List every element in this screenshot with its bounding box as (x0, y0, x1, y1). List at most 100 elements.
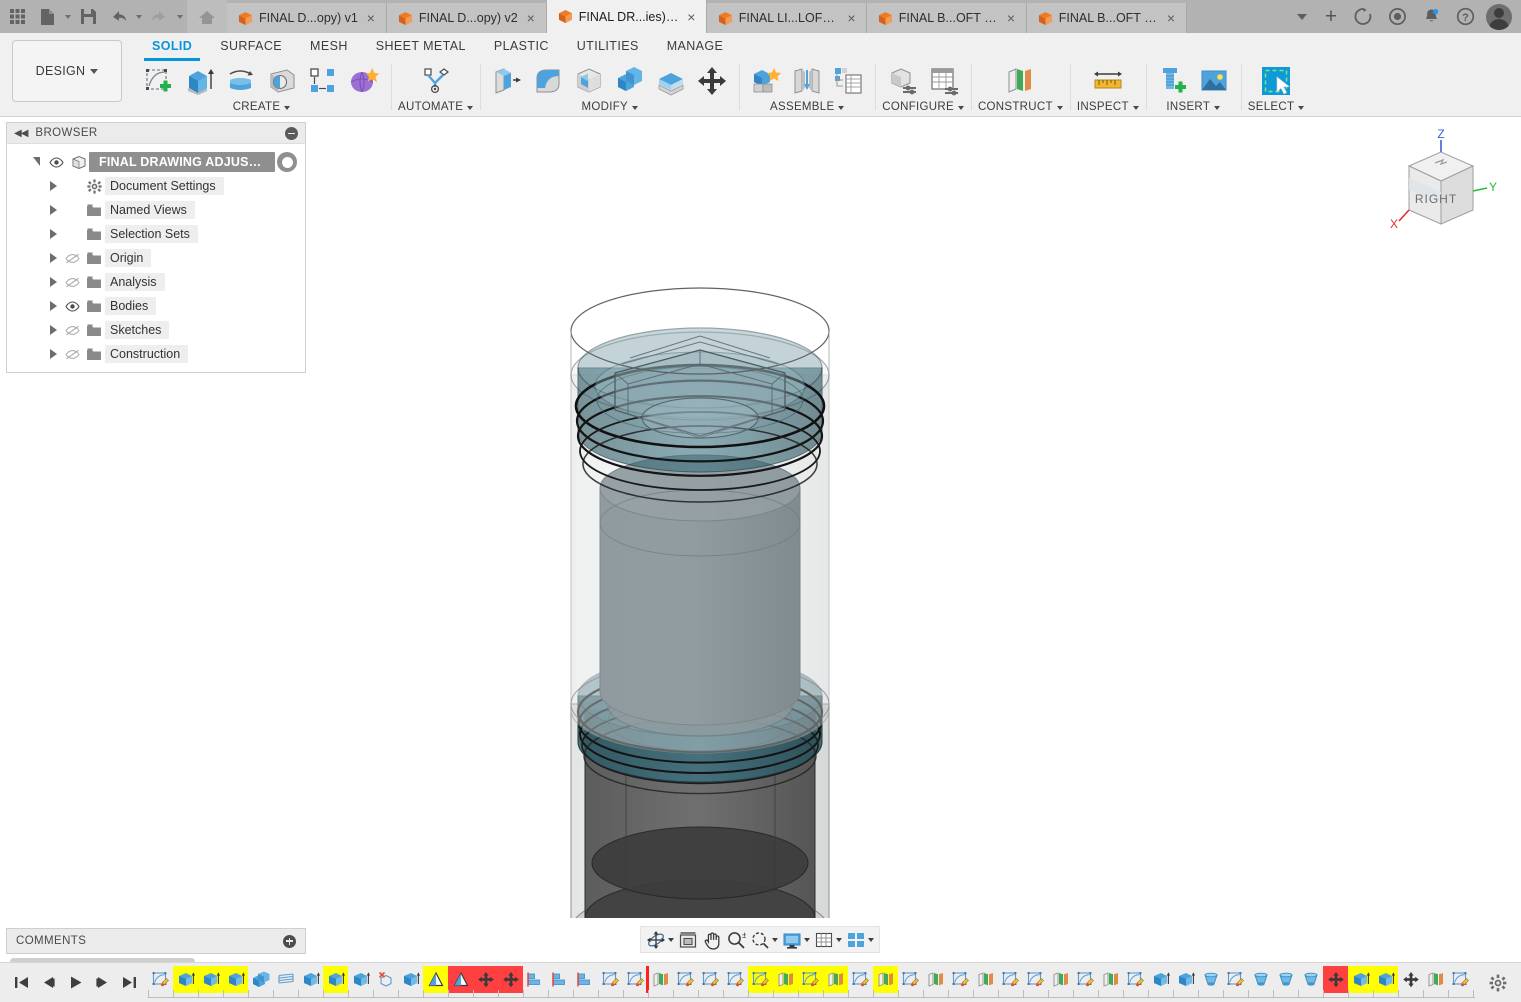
browser-item-bodies[interactable]: Bodies (7, 294, 305, 318)
panel-label-construct[interactable]: CONSTRUCT (978, 100, 1063, 115)
jump-start-icon[interactable] (8, 968, 34, 998)
workspace-switcher[interactable]: DESIGN (12, 40, 122, 102)
expand-triangle-icon[interactable] (45, 294, 61, 318)
insert-mcmaster-icon[interactable] (1153, 62, 1193, 100)
fillet-icon[interactable] (528, 62, 568, 100)
timeline-feature-strip[interactable] (148, 963, 1475, 1002)
ribbon-tab-utilities[interactable]: UTILITIES (563, 33, 653, 60)
new-component-icon[interactable] (746, 62, 786, 100)
panel-label-assemble[interactable]: ASSEMBLE (770, 100, 845, 115)
grid-snaps-icon[interactable] (812, 926, 844, 953)
insert-canvas-icon[interactable] (1194, 62, 1234, 100)
view-cube[interactable]: RIGHT Z Y X (1379, 128, 1499, 248)
expand-triangle-icon[interactable] (45, 270, 61, 294)
document-tab-5[interactable]: FINAL B...OFT v2* × (1026, 3, 1187, 33)
browser-item-document-settings[interactable]: Document Settings (7, 174, 305, 198)
add-comment-icon[interactable] (283, 934, 296, 948)
collapse-left-icon[interactable]: ◀◀ (14, 128, 28, 139)
select-window-icon[interactable] (1256, 62, 1296, 100)
component-list-icon[interactable] (828, 62, 868, 100)
activate-radio-icon[interactable] (277, 152, 297, 172)
browser-item-label[interactable]: Construction (105, 345, 189, 363)
ribbon-tab-mesh[interactable]: MESH (296, 33, 362, 60)
browser-item-label[interactable]: Named Views (105, 201, 195, 219)
expand-triangle-icon[interactable] (45, 198, 61, 222)
sweep-icon[interactable] (262, 62, 302, 100)
browser-item-label[interactable]: Bodies (105, 297, 157, 315)
minimize-icon[interactable] (285, 126, 298, 140)
eye-hidden-icon[interactable] (61, 342, 83, 366)
close-icon[interactable]: × (1004, 11, 1017, 25)
undo-caret-icon[interactable] (133, 3, 144, 31)
eye-visible-icon[interactable] (45, 150, 67, 174)
browser-item-label[interactable]: Selection Sets (105, 225, 198, 243)
configuration-table-icon[interactable] (924, 62, 964, 100)
panel-label-modify[interactable]: MODIFY (581, 100, 638, 115)
document-tab-4[interactable]: FINAL B...OFT v2* × (866, 3, 1027, 33)
document-tab-0[interactable]: FINAL D...opy) v1 × (227, 3, 387, 33)
browser-item-construction[interactable]: Construction (7, 342, 305, 366)
form-icon[interactable] (344, 62, 384, 100)
press-pull-icon[interactable] (487, 62, 527, 100)
automate-shape-generator-icon[interactable] (416, 62, 456, 100)
expand-triangle-icon[interactable] (45, 222, 61, 246)
browser-item-origin[interactable]: Origin (7, 246, 305, 270)
offset-face-icon[interactable] (651, 62, 691, 100)
eye-visible-icon[interactable] (61, 294, 83, 318)
avatar[interactable] (1483, 0, 1515, 33)
job-status-icon[interactable] (1347, 0, 1379, 33)
new-document-icon[interactable] (32, 3, 62, 31)
shell-icon[interactable] (569, 62, 609, 100)
grid-apps-icon[interactable] (2, 3, 32, 31)
close-icon[interactable]: × (364, 11, 378, 25)
redo-icon[interactable] (144, 3, 174, 31)
panel-label-insert[interactable]: INSERT (1166, 100, 1221, 115)
browser-item-selection-sets[interactable]: Selection Sets (7, 222, 305, 246)
browser-item-label[interactable]: Sketches (105, 321, 170, 339)
recent-clock-icon[interactable] (1381, 0, 1413, 33)
ribbon-tab-plastic[interactable]: PLASTIC (480, 33, 563, 60)
close-icon[interactable]: × (1164, 11, 1177, 25)
document-tab-2[interactable]: FINAL DR...ies) v2* × (546, 0, 707, 33)
panel-label-configure[interactable]: CONFIGURE (882, 100, 964, 115)
create-sketch-icon[interactable] (139, 62, 179, 100)
browser-root-label[interactable]: FINAL DRAWING ADJUSTED I... (89, 152, 275, 172)
chevron-down-icon[interactable] (1289, 0, 1315, 33)
browser-item-label[interactable]: Analysis (105, 273, 165, 291)
browser-item-label[interactable]: Origin (105, 249, 152, 267)
measure-icon[interactable] (1088, 62, 1128, 100)
expand-triangle-icon[interactable] (29, 150, 45, 174)
move-copy-icon[interactable] (692, 62, 732, 100)
eye-hidden-icon[interactable] (61, 246, 83, 270)
panel-label-select[interactable]: SELECT (1248, 100, 1305, 115)
panel-label-automate[interactable]: AUTOMATE (398, 100, 474, 115)
expand-triangle-icon[interactable] (45, 318, 61, 342)
fit-view-icon[interactable] (676, 926, 700, 953)
browser-item-named-views[interactable]: Named Views (7, 198, 305, 222)
ribbon-tab-surface[interactable]: SURFACE (206, 33, 296, 60)
redo-caret-icon[interactable] (174, 3, 185, 31)
close-icon[interactable]: × (685, 10, 698, 24)
step-forward-icon[interactable] (89, 968, 115, 998)
new-tab-button[interactable]: + (1317, 0, 1345, 33)
browser-item-label[interactable]: Document Settings (105, 177, 224, 195)
orbit-icon[interactable] (644, 926, 676, 953)
browser-item-analysis[interactable]: Analysis (7, 270, 305, 294)
expand-triangle-icon[interactable] (45, 246, 61, 270)
expand-triangle-icon[interactable] (45, 342, 61, 366)
pan-icon[interactable] (700, 926, 724, 953)
panel-label-create[interactable]: CREATE (233, 100, 291, 115)
comments-panel[interactable]: COMMENTS (6, 928, 306, 954)
combine-icon[interactable] (610, 62, 650, 100)
timeline-settings-gear-icon[interactable] (1475, 974, 1521, 992)
close-icon[interactable]: × (524, 11, 538, 25)
zoom-window-icon[interactable] (748, 926, 780, 953)
jump-end-icon[interactable] (116, 968, 142, 998)
help-icon[interactable]: ? (1449, 0, 1481, 33)
play-icon[interactable] (62, 968, 88, 998)
extrude-icon[interactable] (180, 62, 220, 100)
ribbon-tab-solid[interactable]: SOLID (138, 33, 206, 61)
step-back-icon[interactable] (35, 968, 61, 998)
close-icon[interactable]: × (845, 11, 858, 25)
expand-triangle-icon[interactable] (45, 174, 61, 198)
